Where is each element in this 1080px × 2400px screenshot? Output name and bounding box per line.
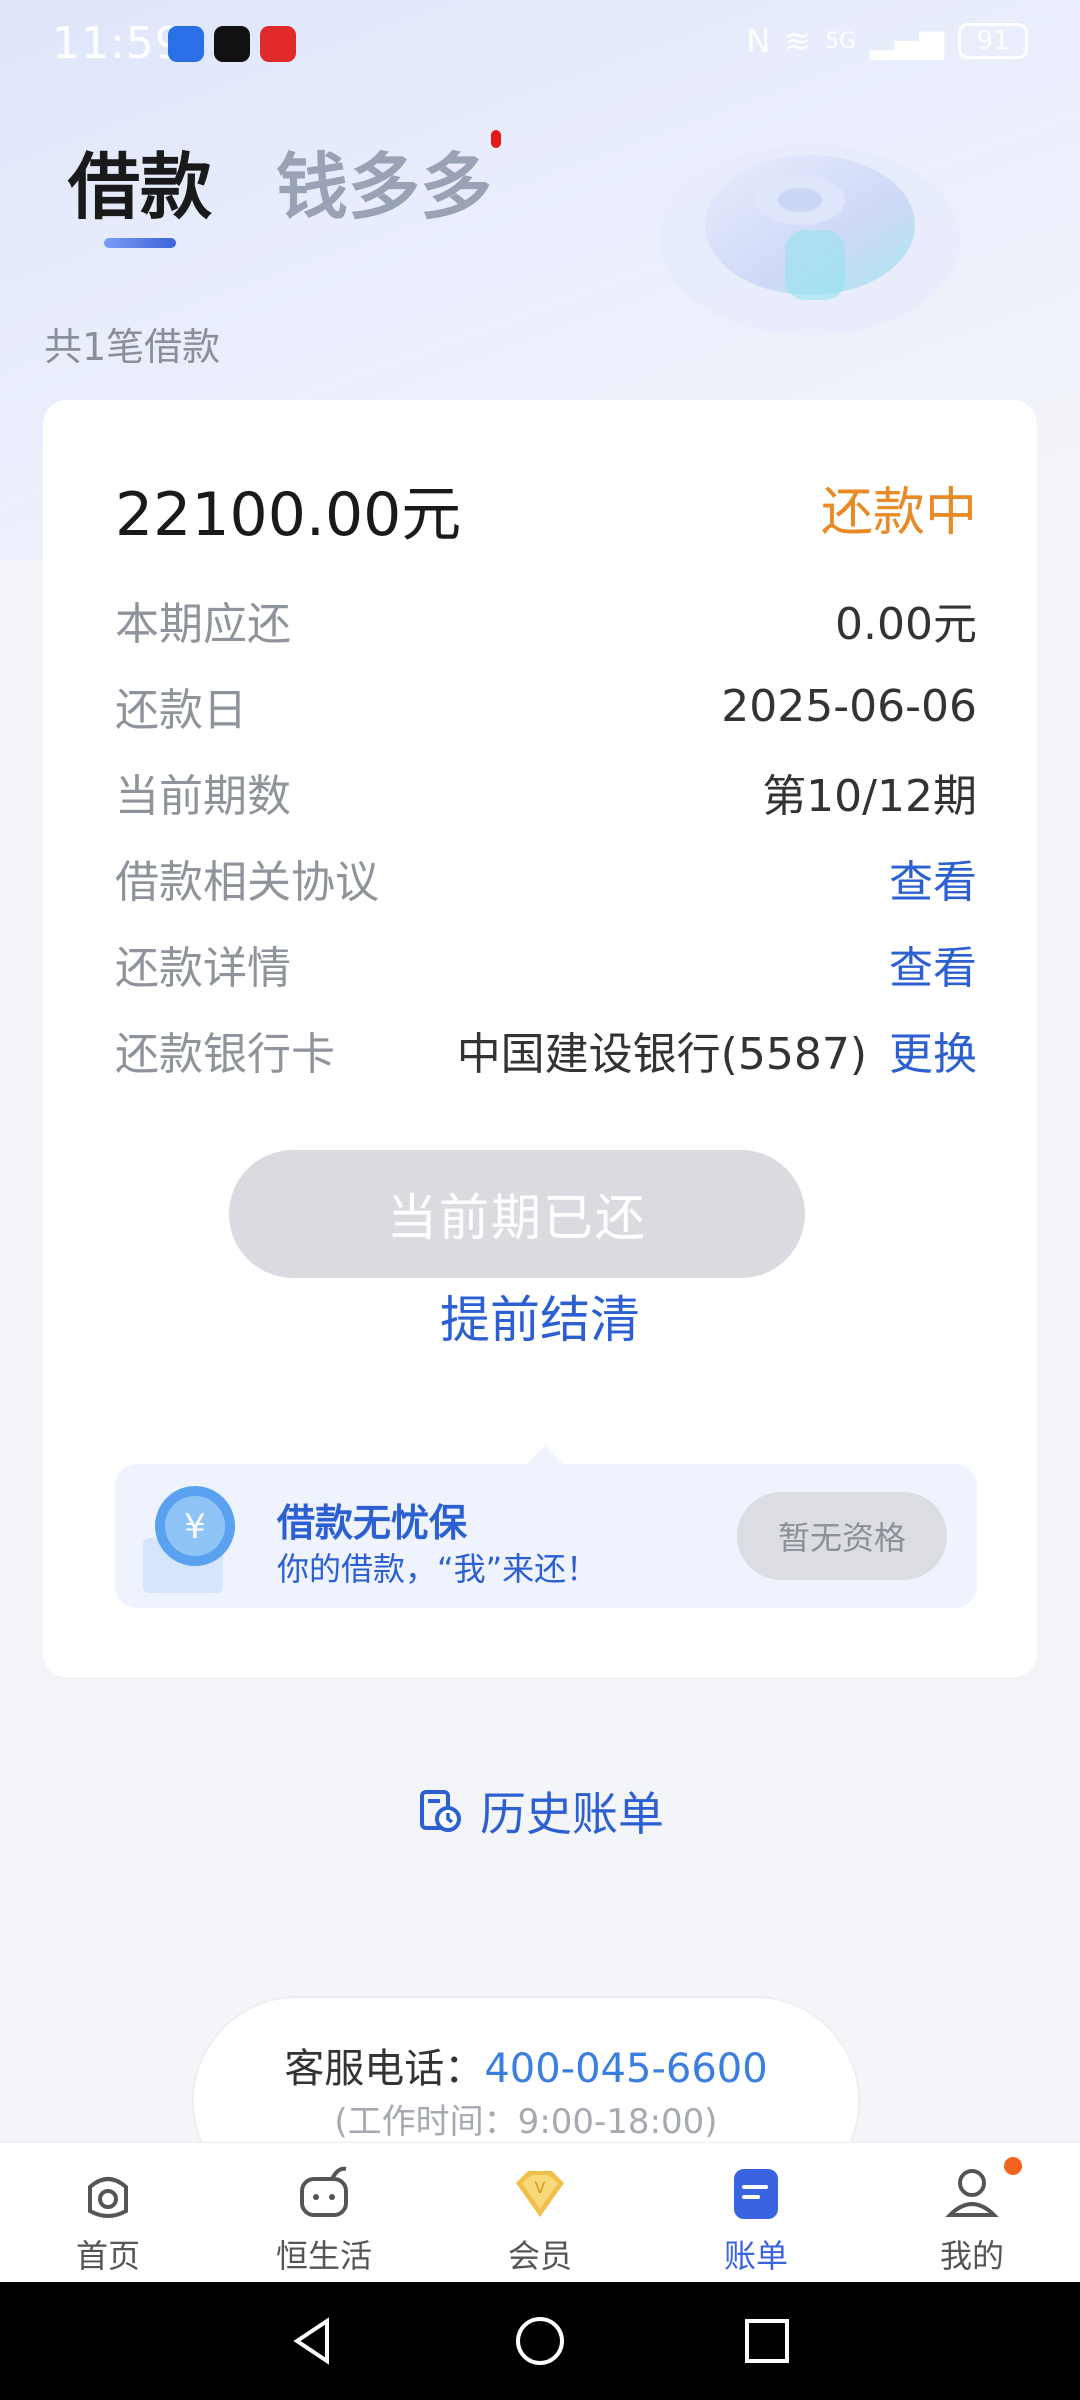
row-label: 本期应还 <box>115 599 291 650</box>
history-bills-link[interactable]: 历史账单 <box>0 1778 1080 1844</box>
yuan-shield-icon: ¥ <box>143 1486 235 1593</box>
insurance-subtitle: 你的借款，“我”来还！ <box>277 1550 599 1588</box>
home-circle-icon[interactable] <box>510 2311 570 2371</box>
current-period-paid-button[interactable]: 当前期已还 <box>229 1150 805 1278</box>
app-notification-icon <box>168 26 204 62</box>
system-nav-bar <box>0 2282 1080 2400</box>
status-bar: 11:59 N ≋ 5G ▂▄▆ 91 <box>0 0 1080 90</box>
back-icon[interactable] <box>283 2311 343 2371</box>
nav-label: 恒生活 <box>275 2237 372 2275</box>
loan-amount: 22100.00元 <box>115 480 462 550</box>
nav-label: 我的 <box>939 2237 1004 2275</box>
row-repayment-details: 还款详情 查看 <box>115 934 977 994</box>
nfc-icon: N <box>746 22 771 60</box>
history-label: 历史账单 <box>480 1787 664 1841</box>
tiktok-notification-icon <box>214 26 250 62</box>
network-label: 5G <box>825 28 857 54</box>
recents-icon[interactable] <box>737 2311 797 2371</box>
change-card-link[interactable]: 更换 <box>889 1018 977 1082</box>
row-label: 还款日 <box>115 685 247 736</box>
row-label: 借款相关协议 <box>115 857 379 908</box>
row-label: 还款银行卡 <box>115 1029 335 1080</box>
profile-notification-dot <box>1004 2157 1022 2175</box>
row-agreement: 借款相关协议 查看 <box>115 848 977 908</box>
history-bill-icon <box>420 1790 461 1832</box>
service-line: 客服电话：400-045-6600 <box>194 2036 858 2094</box>
view-details-link[interactable]: 查看 <box>889 932 977 996</box>
battery-indicator: 91 <box>958 23 1028 59</box>
tab-loan[interactable]: 借款 <box>68 128 212 233</box>
insurance-title: 借款无忧保 <box>277 1501 468 1545</box>
decorative-ring-graphic <box>660 145 960 335</box>
svg-text:V: V <box>535 2178 546 2197</box>
loan-status: 还款中 <box>820 483 977 543</box>
nav-label: 账单 <box>723 2237 788 2275</box>
view-agreement-link[interactable]: 查看 <box>889 846 977 910</box>
row-label: 当前期数 <box>115 771 291 822</box>
nav-label: 会员 <box>507 2237 572 2275</box>
not-eligible-button[interactable]: 暂无资格 <box>737 1492 947 1580</box>
row-value: 0.00元 <box>835 599 977 650</box>
nav-label: 首页 <box>75 2237 140 2275</box>
tab-active-indicator <box>104 238 176 248</box>
signal-icon: ▂▄▆ <box>870 22 944 60</box>
life-icon <box>300 2166 348 2217</box>
status-indicators: N ≋ 5G ▂▄▆ 91 <box>746 22 1028 60</box>
status-time: 11:59 <box>52 18 184 69</box>
loan-count: 共1笔借款 <box>44 325 221 369</box>
profile-icon <box>945 2169 999 2217</box>
row-current-due: 本期应还 0.00元 <box>115 590 977 650</box>
row-bank-card: 还款银行卡 中国建设银行(5587) 更换 <box>115 1020 977 1080</box>
row-value: 2025-06-06 <box>721 680 977 732</box>
tab-qianduoduo[interactable]: 钱多多 <box>276 128 492 233</box>
loan-card: 22100.00元 还款中 本期应还 0.00元 还款日 2025-06-06 … <box>43 400 1037 1677</box>
nav-vip[interactable]: V 会员 <box>432 2143 648 2282</box>
bill-icon <box>734 2169 778 2219</box>
tab-notification-dot <box>491 130 501 148</box>
nav-profile[interactable]: 我的 <box>864 2143 1080 2282</box>
bank-card-value: 中国建设银行(5587) <box>456 1029 867 1080</box>
insurance-banner[interactable]: ¥ 借款无忧保 你的借款，“我”来还！ 暂无资格 <box>115 1446 977 1608</box>
bottom-nav: 首页 恒生活 V 会员 账单 我的 <box>0 2142 1080 2282</box>
nav-bill[interactable]: 账单 <box>648 2143 864 2282</box>
shopping-notification-icon <box>260 26 296 62</box>
service-label: 客服电话： <box>284 2046 485 2092</box>
row-value: 第10/12期 <box>762 771 977 822</box>
early-settle-button[interactable]: 提前结清 <box>43 1280 1037 1352</box>
service-phone-link[interactable]: 400-045-6600 <box>484 2046 767 2092</box>
wifi-icon: ≋ <box>784 22 812 60</box>
row-period: 当前期数 第10/12期 <box>115 762 977 822</box>
nav-life[interactable]: 恒生活 <box>216 2143 432 2282</box>
home-icon <box>88 2177 128 2218</box>
row-label: 还款详情 <box>115 943 291 994</box>
svg-text:¥: ¥ <box>184 1507 206 1547</box>
vip-icon: V <box>516 2171 564 2217</box>
row-due-date: 还款日 2025-06-06 <box>115 676 977 737</box>
nav-home[interactable]: 首页 <box>0 2143 216 2282</box>
service-hours: (工作时间：9:00-18:00) <box>334 2102 718 2142</box>
banner-pointer <box>527 1446 563 1464</box>
